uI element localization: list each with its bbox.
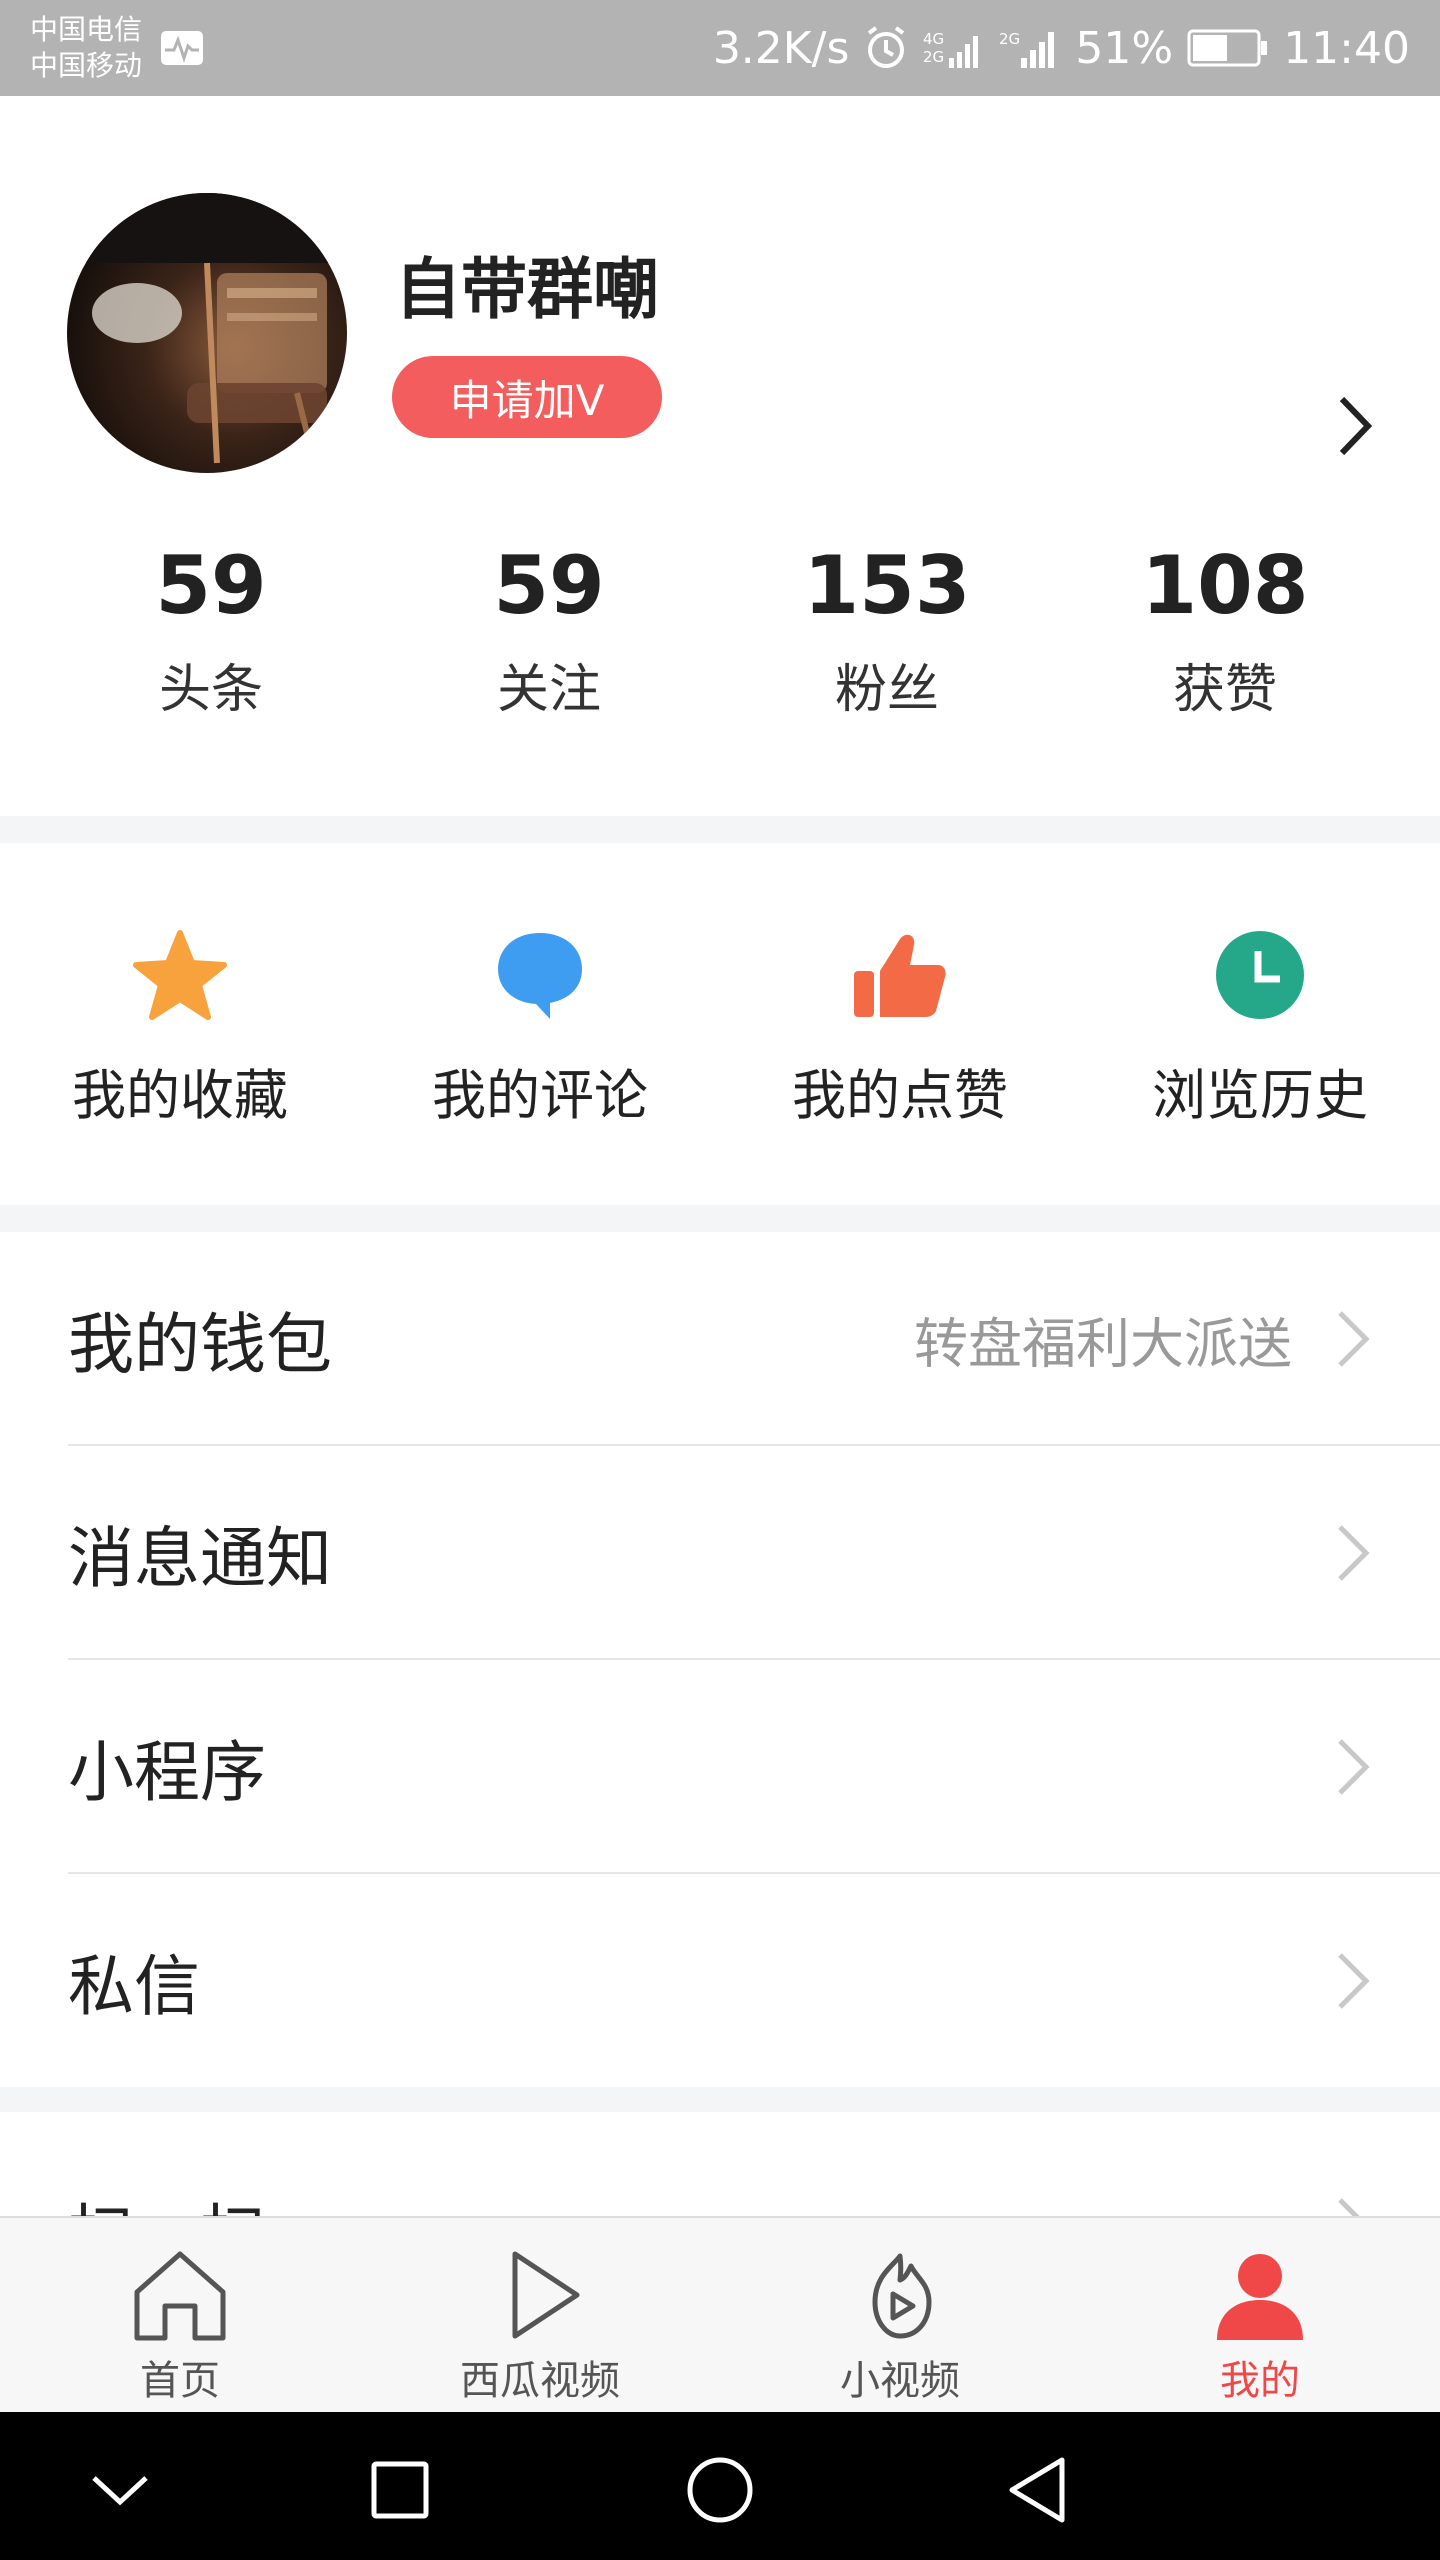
home-icon: [134, 2251, 226, 2341]
tab-label: 小视频: [840, 2358, 960, 2404]
comment-icon: [498, 933, 582, 1019]
menu-item-label: 扫一扫: [68, 2182, 266, 2217]
avatar-image: [67, 193, 347, 473]
stats-row: 59 头条 59 关注 153 粉丝 108 获赞: [0, 536, 1440, 856]
menu-item-wallet[interactable]: 我的钱包 转盘福利大派送: [0, 1232, 1440, 1446]
net-speed: 3.2K/s: [712, 22, 850, 74]
stat-following[interactable]: 59 关注: [380, 536, 718, 856]
activity-icon: [161, 31, 204, 65]
tab-xigua-video[interactable]: 西瓜视频: [360, 2218, 720, 2412]
status-right: 3.2K/s 4G 2G 2G 51% 11:40: [713, 23, 1410, 74]
tab-label: 首页: [140, 2358, 220, 2404]
stat-value: 108: [1141, 539, 1309, 632]
tab-label: 西瓜视频: [460, 2358, 620, 2404]
clock-time: 11:40: [1283, 22, 1410, 74]
battery-percent: 51%: [1075, 22, 1174, 74]
chevron-right-icon[interactable]: [1330, 391, 1382, 461]
tab-me[interactable]: 我的: [1080, 2218, 1440, 2412]
thumb-up-icon: [854, 934, 946, 1017]
carrier-2: 中国移动: [30, 49, 143, 82]
menu-item-label: 小程序: [68, 1734, 266, 1811]
chevron-down-icon[interactable]: [80, 2450, 160, 2530]
tab-short-video[interactable]: 小视频: [720, 2218, 1080, 2412]
menu-item-notifications[interactable]: 消息通知: [0, 1446, 1440, 1660]
home-circle-icon[interactable]: [680, 2450, 760, 2530]
menu-item-label: 消息通知: [68, 1520, 332, 1597]
quick-action-label: 我的点赞: [792, 1064, 1008, 1127]
stat-label: 粉丝: [834, 660, 939, 720]
quick-action-comments[interactable]: 我的评论: [360, 843, 720, 1205]
stat-followers[interactable]: 153 粉丝: [718, 536, 1056, 856]
tab-home[interactable]: 首页: [0, 2218, 360, 2412]
stat-likes[interactable]: 108 获赞: [1056, 536, 1394, 856]
svg-text:2G: 2G: [999, 30, 1020, 48]
menu-item-label: 私信: [68, 1948, 200, 2025]
stat-value: 59: [155, 539, 267, 632]
flame-play-icon: [872, 2253, 932, 2339]
carrier-1: 中国电信: [30, 13, 143, 46]
chevron-right-icon: [1338, 1525, 1370, 1581]
quick-action-label: 我的收藏: [72, 1064, 288, 1127]
stat-headlines[interactable]: 59 头条: [42, 536, 380, 856]
menu-item-scan[interactable]: 扫一扫: [0, 2112, 1440, 2217]
bottom-tab-bar: 首页 西瓜视频 小视频 我的: [0, 2216, 1440, 2412]
system-nav-bar: [0, 2412, 1440, 2560]
stat-label: 关注: [496, 660, 601, 720]
profile-section[interactable]: 自带群嘲 申请加V 59 头条 59 关注 153 粉丝 108 获赞: [0, 96, 1440, 816]
quick-action-history[interactable]: 浏览历史: [1080, 843, 1440, 1205]
apply-verified-button[interactable]: 申请加V: [392, 356, 662, 438]
quick-action-likes[interactable]: 我的点赞: [720, 843, 1080, 1205]
menu-list: 我的钱包 转盘福利大派送 消息通知 小程序 私信: [0, 1232, 1440, 2087]
stat-label: 头条: [158, 660, 263, 720]
username: 自带群嘲: [395, 251, 659, 328]
chevron-right-icon: [1338, 1739, 1370, 1795]
menu-item-messages[interactable]: 私信: [0, 1874, 1440, 2088]
svg-text:2G: 2G: [923, 48, 944, 66]
clock-icon: [1216, 931, 1304, 1019]
menu-item-subtitle: 转盘福利大派送: [914, 1312, 1292, 1376]
alarm-icon: [868, 26, 905, 68]
user-icon: [1217, 2254, 1303, 2340]
svg-text:4G: 4G: [923, 30, 944, 48]
chevron-right-icon: [1338, 1953, 1370, 2009]
chevron-right-icon: [1338, 1311, 1370, 1367]
quick-action-label: 浏览历史: [1152, 1064, 1368, 1127]
quick-action-label: 我的评论: [432, 1064, 648, 1127]
menu-item-mini-programs[interactable]: 小程序: [0, 1660, 1440, 1874]
stat-value: 153: [803, 539, 971, 632]
play-icon: [512, 2251, 580, 2339]
battery-icon: [1187, 29, 1268, 67]
stat-value: 59: [493, 539, 605, 632]
menu-item-label: 我的钱包: [68, 1306, 332, 1383]
signal-2g-icon: 2G: [999, 30, 1055, 68]
star-icon: [133, 930, 227, 1020]
quick-action-favorites[interactable]: 我的收藏: [0, 843, 360, 1205]
recents-square-icon[interactable]: [360, 2450, 440, 2530]
signal-4g-icon: 4G 2G: [923, 30, 979, 68]
quick-actions: 我的收藏 我的评论 我的点赞 浏览历史: [0, 843, 1440, 1205]
back-triangle-icon[interactable]: [1000, 2450, 1080, 2530]
carrier-info: 中国电信 中国移动: [30, 12, 142, 84]
tab-label: 我的: [1220, 2358, 1300, 2404]
stat-label: 获赞: [1172, 660, 1277, 720]
chevron-right-icon: [1338, 2198, 1361, 2217]
status-bar: 中国电信 中国移动 3.2K/s 4G 2G 2G 51% 11:40: [0, 0, 1440, 96]
avatar[interactable]: [67, 193, 347, 473]
